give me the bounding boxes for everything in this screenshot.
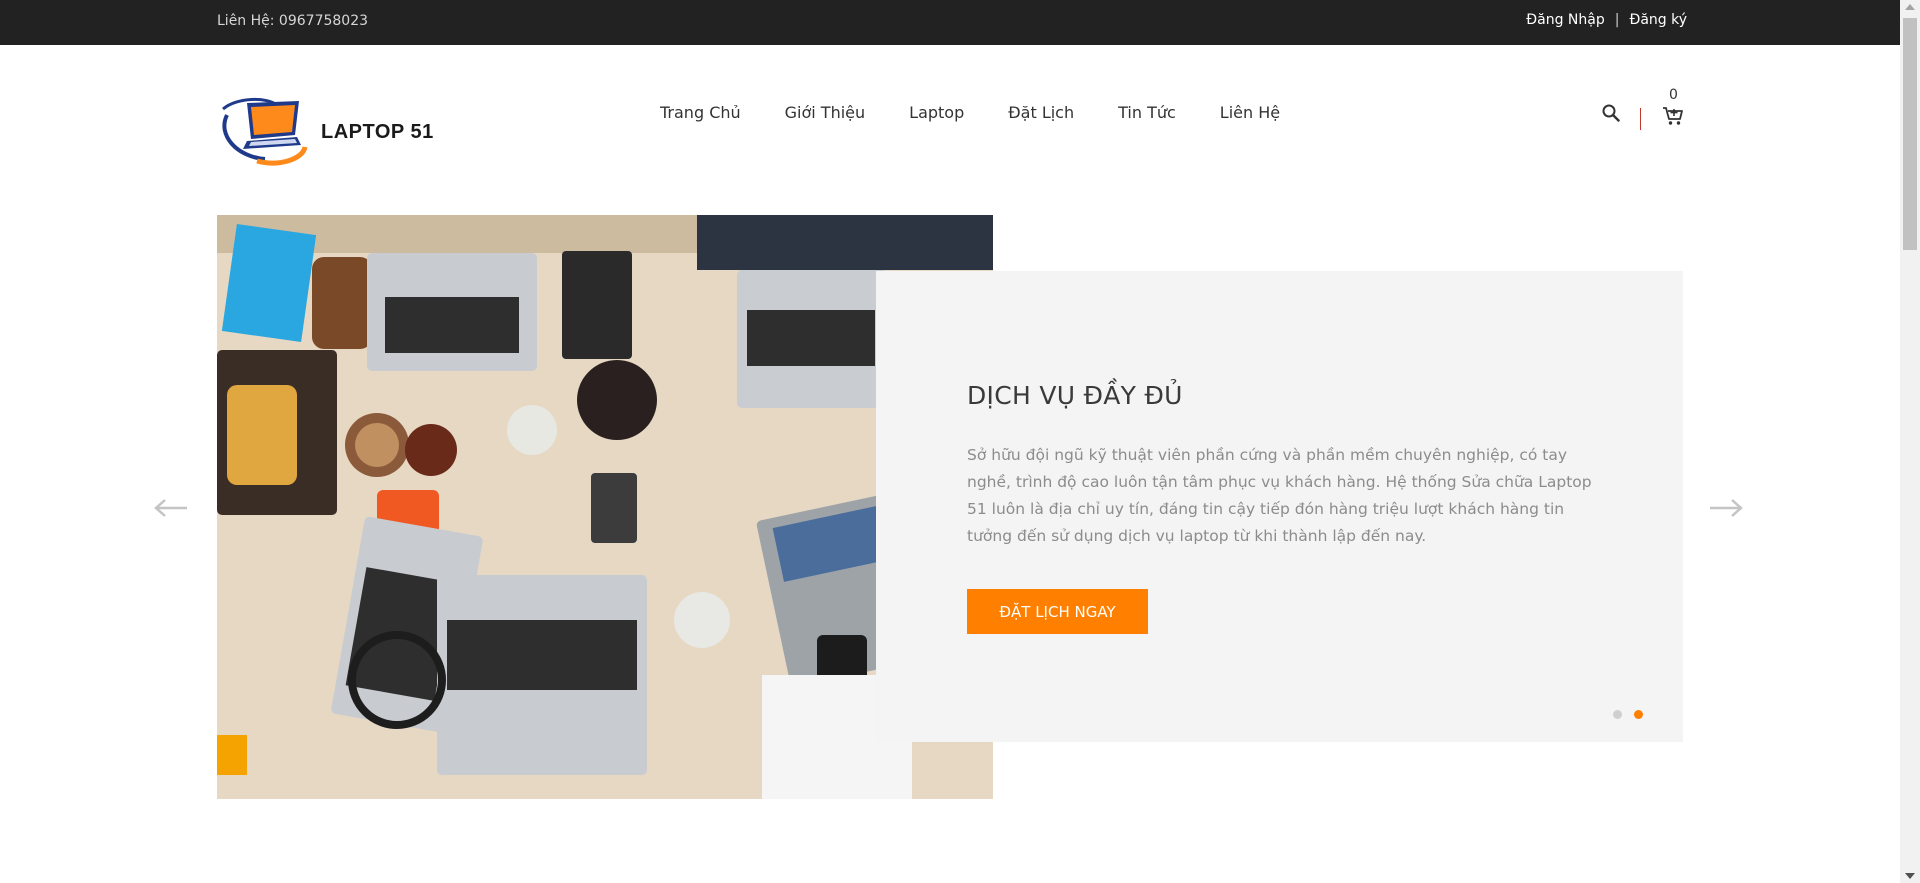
tools-divider [1640,108,1641,130]
header: LAPTOP 51 Trang Chủ Giới Thiệu Laptop Đặ… [0,45,1900,215]
cart-icon[interactable] [1662,106,1684,130]
nav-item-news[interactable]: Tin Tức [1118,103,1176,122]
main-nav: Trang Chủ Giới Thiệu Laptop Đặt Lịch Tin… [660,103,1280,122]
hero-slider: DỊCH VỤ ĐẦY ĐỦ Sở hữu đội ngũ kỹ thuật v… [0,215,1900,800]
nav-item-booking[interactable]: Đặt Lịch [1008,103,1074,122]
brand-name: LAPTOP 51 [321,120,434,143]
page-scrollbar[interactable] [1900,0,1920,883]
logo[interactable]: LAPTOP 51 [217,95,434,169]
top-bar: Liên Hệ: 0967758023 Đăng Nhập | Đăng ký [0,0,1900,45]
scroll-thumb[interactable] [1903,18,1917,250]
register-link[interactable]: Đăng ký [1629,12,1687,28]
nav-item-home[interactable]: Trang Chủ [660,103,741,122]
auth-links: Đăng Nhập | Đăng ký [1526,12,1687,28]
arrow-right-icon[interactable] [1708,498,1744,522]
contact-phone: Liên Hệ: 0967758023 [217,13,369,29]
slide-dot-1[interactable] [1613,710,1622,719]
slide-title: DỊCH VỤ ĐẦY ĐỦ [967,381,1183,410]
arrow-left-icon[interactable] [153,498,189,522]
search-icon[interactable] [1602,104,1620,126]
nav-item-laptop[interactable]: Laptop [909,103,964,122]
slider-pagination [1613,710,1643,719]
slide-description: Sở hữu đội ngũ kỹ thuật viên phần cứng v… [967,446,1592,545]
scroll-down-icon[interactable] [1905,873,1915,879]
nav-item-about[interactable]: Giới Thiệu [785,103,866,122]
cart-count: 0 [1669,87,1678,103]
book-now-button[interactable]: ĐẶT LỊCH NGAY [967,589,1148,634]
auth-separator: | [1614,12,1620,28]
header-tools: 0 [1598,87,1688,145]
slide-dot-2[interactable] [1634,710,1643,719]
login-link[interactable]: Đăng Nhập [1526,12,1604,28]
laptop-logo-icon [222,98,308,166]
slide-content-panel: DỊCH VỤ ĐẦY ĐỦ Sở hữu đội ngũ kỹ thuật v… [876,271,1683,742]
scroll-up-icon[interactable] [1905,4,1915,10]
nav-item-contact[interactable]: Liên Hệ [1220,103,1280,122]
